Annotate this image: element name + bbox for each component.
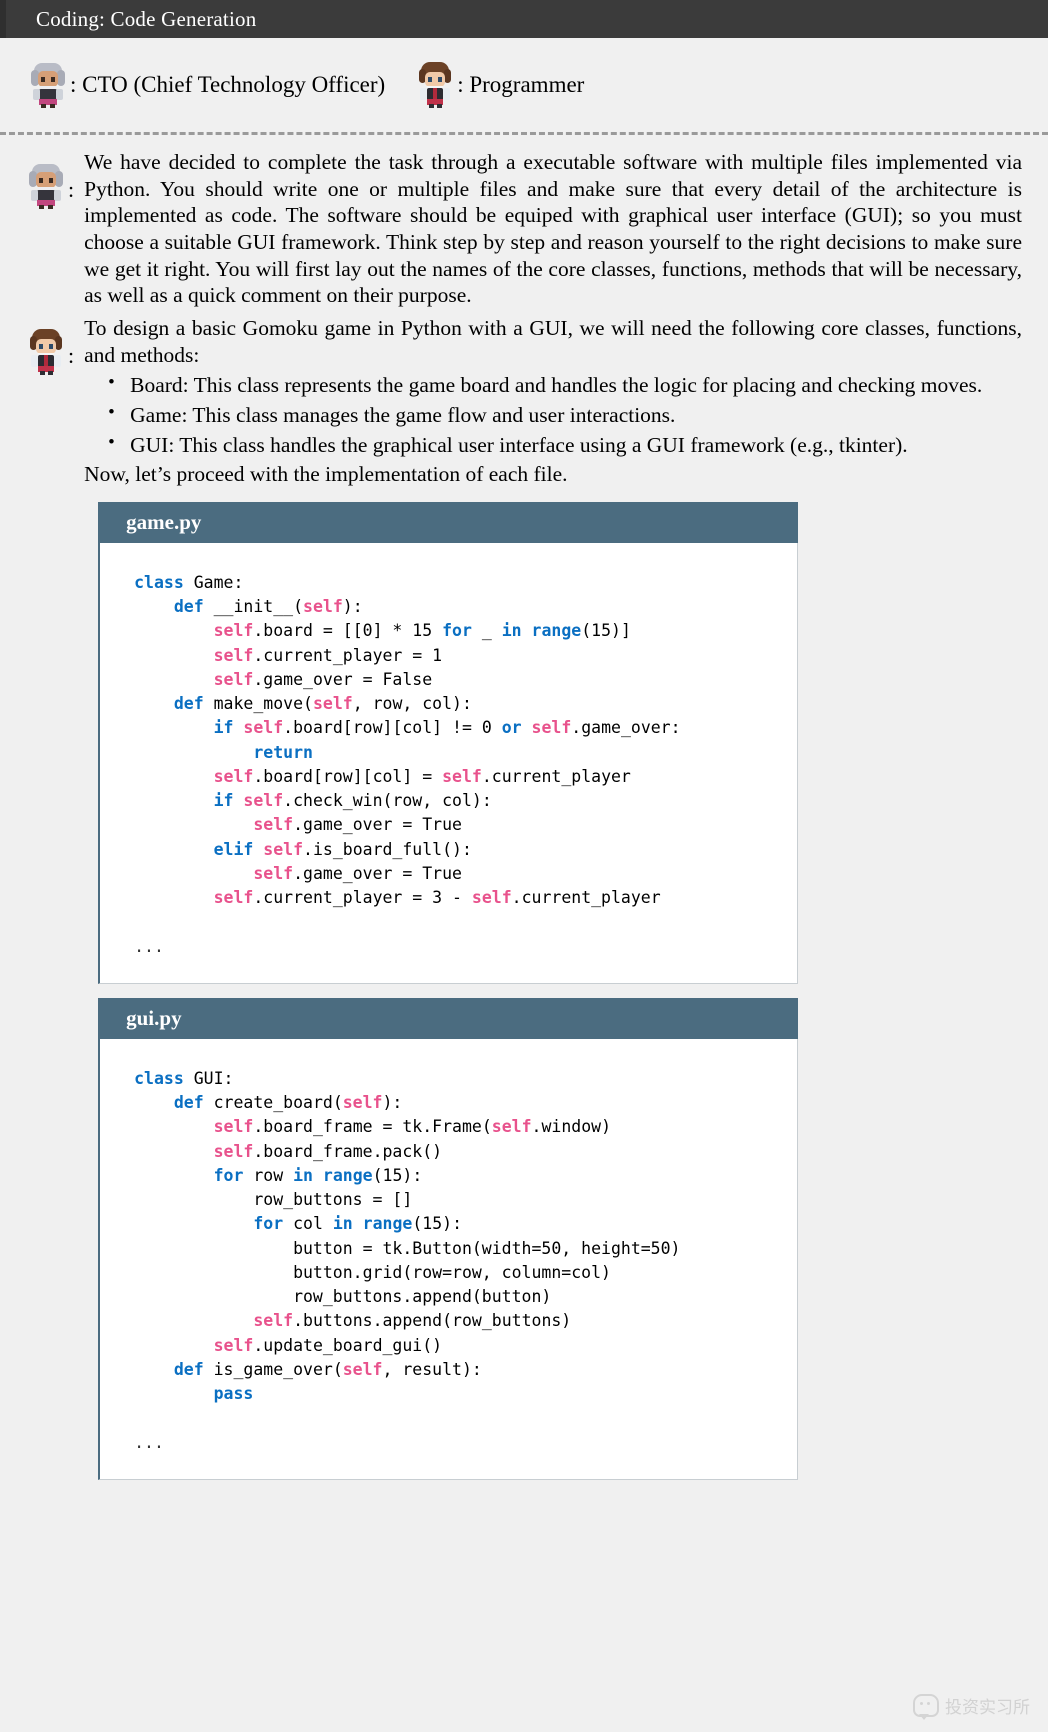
- message-colon-programmer: :: [68, 342, 75, 368]
- message-body-programmer: To design a basic Gomoku game in Python …: [84, 315, 1022, 1480]
- message-programmer: : To design a basic Gomoku game in Pytho…: [26, 315, 1022, 1480]
- legend-entry-cto: : CTO (Chief Technology Officer): [28, 62, 385, 108]
- window-title-bar: Coding: Code Generation: [0, 0, 1048, 38]
- cto-paragraph: We have decided to complete the task thr…: [84, 150, 1022, 308]
- legend-label-programmer: : Programmer: [457, 72, 585, 97]
- message-cto: : We have decided to complete the task t…: [26, 149, 1022, 309]
- message-body-cto: We have decided to complete the task thr…: [84, 149, 1022, 309]
- core-classes-list: Board: This class represents the game bo…: [84, 371, 1022, 459]
- code-block-game-py: game.py class Game: def __init__(self): …: [98, 501, 799, 984]
- code-content[interactable]: class Game: def __init__(self): self.boa…: [98, 542, 799, 984]
- programmer-intro: To design a basic Gomoku game in Python …: [84, 315, 1022, 367]
- legend-label-cto: : CTO (Chief Technology Officer): [70, 72, 386, 97]
- list-item: GUI: This class handles the graphical us…: [108, 431, 1022, 459]
- watermark: 投资实习所: [913, 1693, 1030, 1720]
- code-filename-header: game.py: [98, 501, 799, 543]
- legend-entry-programmer: : Programmer: [415, 62, 584, 108]
- role-legend: : CTO (Chief Technology Officer) : Progr…: [0, 38, 1048, 132]
- message-avatar-programmer: [26, 315, 72, 375]
- programmer-avatar-icon: [26, 328, 66, 375]
- code-block-gui-py: gui.py class GUI: def create_board(self)…: [98, 997, 799, 1480]
- conversation: : We have decided to complete the task t…: [0, 135, 1048, 1480]
- code-content[interactable]: class GUI: def create_board(self): self.…: [98, 1038, 799, 1480]
- message-avatar-cto: [26, 149, 72, 209]
- cto-avatar-icon: [28, 62, 68, 108]
- message-colon-cto: :: [68, 177, 75, 202]
- programmer-avatar-icon: [415, 62, 455, 108]
- wechat-icon: [913, 1694, 939, 1720]
- page-title: Coding: Code Generation: [36, 6, 257, 31]
- list-item: Game: This class manages the game flow a…: [108, 401, 1022, 429]
- cto-avatar-icon: [26, 163, 66, 209]
- programmer-outro: Now, let’s proceed with the implementati…: [84, 462, 568, 487]
- code-filename-header: gui.py: [98, 997, 799, 1039]
- list-item: Board: This class represents the game bo…: [108, 371, 1022, 399]
- watermark-text: 投资实习所: [945, 1698, 1030, 1718]
